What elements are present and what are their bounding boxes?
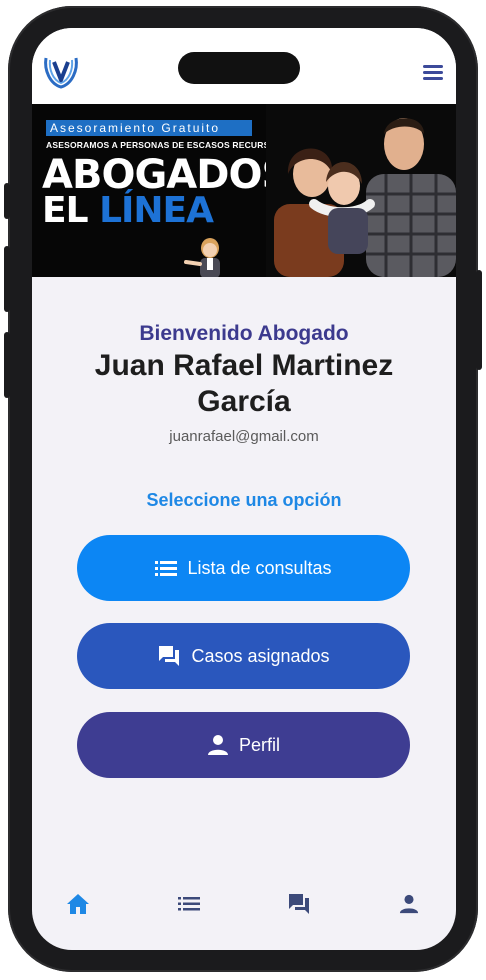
bottom-navigation (32, 878, 456, 932)
app-screen: Asesoramiento Gratuito ASESORAMOS A PERS… (32, 28, 456, 950)
nav-chat[interactable] (285, 890, 313, 918)
perfil-button[interactable]: Perfil (77, 712, 410, 778)
user-email: juanrafael@gmail.com (169, 428, 319, 445)
hamburger-menu-icon[interactable] (421, 62, 445, 82)
volume-down-button (4, 332, 10, 398)
volume-up-button (4, 246, 10, 312)
family-photo-image (266, 104, 456, 277)
promo-banner: Asesoramiento Gratuito ASESORAMOS A PERS… (32, 104, 456, 277)
banner-title-el: EL (42, 190, 89, 231)
select-option-prompt: Seleccione una opción (146, 490, 342, 510)
nav-list[interactable] (175, 890, 203, 918)
chat-icon (289, 894, 309, 914)
home-icon (67, 894, 89, 914)
user-name: Juan Rafael Martinez García (94, 349, 394, 418)
person-icon (207, 734, 229, 756)
banner-tag: Asesoramiento Gratuito (46, 120, 252, 136)
perfil-label: Perfil (238, 734, 280, 755)
welcome-heading: Bienvenido Abogado (139, 322, 349, 345)
casos-asignados-button[interactable]: Casos asignados (77, 623, 410, 689)
list-icon (178, 897, 200, 911)
banner-subtitle: ASESORAMOS A PERSONAS DE ESCASOS RECURSO… (46, 140, 283, 150)
nav-profile[interactable] (395, 890, 423, 918)
casos-asignados-label: Casos asignados (191, 645, 330, 666)
top-bar (32, 28, 456, 104)
silent-switch (4, 183, 10, 219)
banner-title-line2: EL LÍNEA (42, 190, 214, 231)
dynamic-island (178, 52, 300, 84)
list-consultas-button[interactable]: Lista de consultas (77, 535, 410, 601)
person-icon (399, 894, 419, 914)
banner-title-linea: LÍNEA (99, 190, 214, 231)
cartoon-assistant-image (184, 238, 220, 277)
power-button (476, 270, 482, 370)
list-icon (155, 560, 178, 576)
nav-home[interactable] (64, 890, 92, 918)
app-logo-icon (42, 54, 80, 90)
chat-icon (157, 644, 181, 668)
list-consultas-label: Lista de consultas (187, 557, 332, 578)
